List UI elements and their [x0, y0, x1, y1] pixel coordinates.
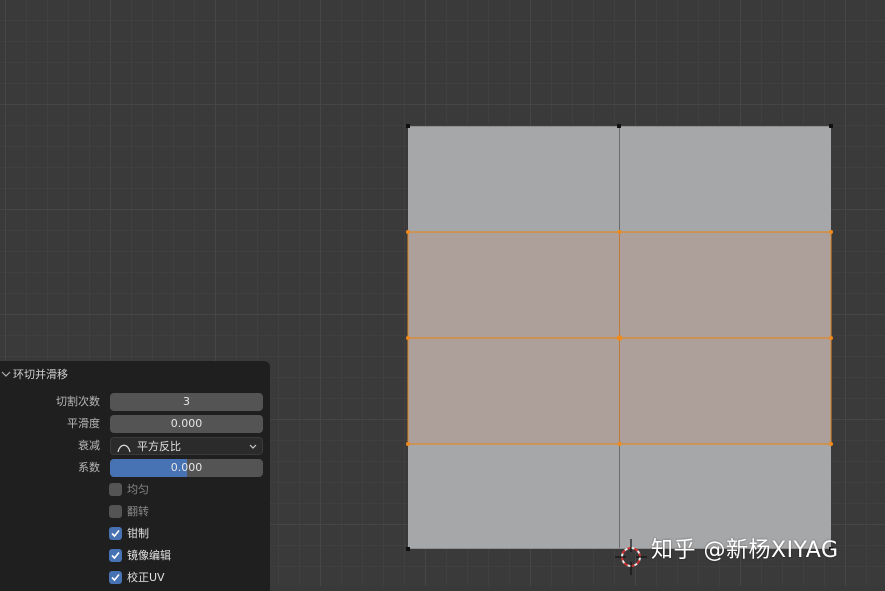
inverse-square-curve-icon — [117, 444, 131, 453]
panel-header[interactable]: 环切并滑移 — [0, 364, 270, 384]
mirror-checkbox[interactable] — [109, 549, 122, 562]
mirror-label[interactable]: 镜像编辑 — [127, 546, 171, 566]
vertex[interactable] — [406, 547, 410, 551]
smooth-label: 平滑度 — [67, 417, 100, 430]
cuts-label: 切割次数 — [56, 395, 100, 408]
smooth-row: 平滑度 0.000 — [0, 414, 270, 434]
vertex-selected[interactable] — [617, 442, 622, 446]
vertex-selected[interactable] — [406, 336, 410, 340]
flip-row: 翻转 — [0, 502, 270, 522]
mirror-row: 镜像编辑 — [0, 546, 270, 566]
flip-label[interactable]: 翻转 — [127, 502, 149, 522]
vertex-selected[interactable] — [616, 335, 623, 341]
cuts-field[interactable]: 3 — [110, 393, 263, 411]
3d-cursor-icon[interactable] — [615, 539, 647, 575]
clamp-row: 钳制 — [0, 524, 270, 544]
clamp-label[interactable]: 钳制 — [127, 524, 149, 544]
vertex-selected[interactable] — [829, 442, 833, 446]
factor-row: 系数 0.000 — [0, 458, 270, 478]
checkmark-icon — [111, 551, 120, 560]
factor-label: 系数 — [78, 461, 100, 474]
even-label[interactable]: 均匀 — [127, 480, 149, 500]
smooth-field[interactable]: 0.000 — [110, 415, 263, 433]
correct-uv-row: 校正UV — [0, 568, 270, 588]
falloff-dropdown[interactable]: 平方反比 — [110, 437, 263, 455]
correct-uv-label[interactable]: 校正UV — [127, 568, 165, 588]
vertex-selected[interactable] — [829, 230, 833, 234]
checkmark-icon — [111, 573, 120, 582]
vertex-selected[interactable] — [617, 230, 622, 234]
panel-title: 环切并滑移 — [13, 368, 68, 381]
even-row: 均匀 — [0, 480, 270, 500]
factor-slider[interactable]: 0.000 — [110, 459, 263, 477]
cuts-row: 切割次数 3 — [0, 392, 270, 412]
vertex-selected[interactable] — [829, 336, 833, 340]
flip-checkbox[interactable] — [109, 505, 122, 518]
checkmark-icon — [111, 529, 120, 538]
vertex[interactable] — [829, 124, 833, 128]
watermark-text: 知乎 @新杨XIYAG — [651, 538, 839, 563]
vertex-selected[interactable] — [406, 442, 410, 446]
falloff-row: 衰减 平方反比 — [0, 436, 270, 456]
vertex[interactable] — [406, 124, 410, 128]
vertex-selected[interactable] — [406, 230, 410, 234]
chevron-down-icon[interactable] — [0, 368, 12, 380]
even-checkbox[interactable] — [109, 483, 122, 496]
clamp-checkbox[interactable] — [109, 527, 122, 540]
vertex[interactable] — [617, 124, 621, 128]
correct-uv-checkbox[interactable] — [109, 571, 122, 584]
factor-value: 0.000 — [170, 461, 203, 474]
falloff-value: 平方反比 — [137, 440, 181, 453]
operator-panel[interactable]: 环切并滑移 切割次数 3 平滑度 0.000 衰减 平方反比 系数 0.000 … — [0, 361, 270, 591]
falloff-label: 衰减 — [78, 439, 100, 452]
chevron-down-icon — [249, 444, 257, 449]
